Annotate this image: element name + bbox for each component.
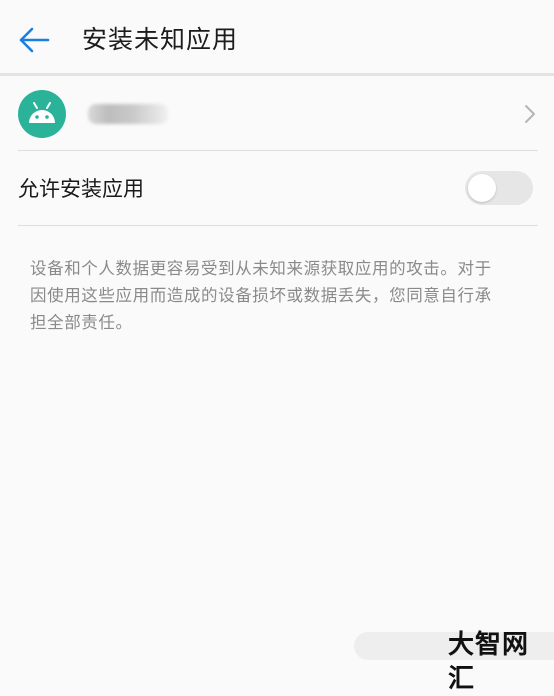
toggle-knob — [468, 174, 496, 202]
warning-text: 设备和个人数据更容易受到从未知来源获取应用的攻击。对于因使用这些应用而造成的设备… — [30, 259, 492, 332]
back-button[interactable] — [14, 20, 54, 60]
arrow-left-icon — [19, 27, 50, 53]
allow-install-label: 允许安装应用 — [18, 177, 144, 201]
page-title: 安装未知应用 — [82, 25, 239, 54]
app-info-row[interactable] — [0, 76, 554, 150]
app-name-redacted — [88, 104, 168, 124]
divider — [18, 225, 538, 226]
chevron-right-icon — [525, 105, 535, 123]
allow-install-row: 允许安装应用 — [0, 151, 554, 225]
app-bar: 安装未知应用 — [0, 0, 554, 76]
android-icon — [18, 90, 66, 138]
watermark-text: 大智网汇 — [448, 630, 530, 694]
allow-install-toggle[interactable] — [465, 171, 533, 205]
